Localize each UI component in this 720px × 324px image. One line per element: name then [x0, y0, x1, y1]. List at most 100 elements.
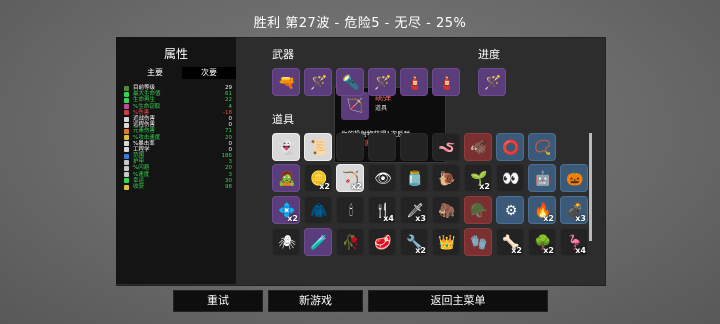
progress-title: 进度 [478, 48, 500, 61]
item-count: x2 [351, 182, 362, 191]
tab-secondary[interactable]: 次要 [182, 67, 236, 79]
stat-icon [124, 184, 129, 190]
item-slot[interactable]: 🌱 x2 [464, 164, 492, 192]
stat-icon [124, 97, 129, 103]
stat-icon [124, 153, 129, 159]
ghost-icon: 👻 [278, 140, 296, 156]
item-slot[interactable]: 🕯 [336, 196, 364, 224]
item-slot[interactable] [368, 133, 396, 161]
item-slot[interactable]: 👀 [496, 164, 524, 192]
item-slot[interactable]: 📜 [304, 133, 332, 161]
item-slot[interactable]: 🐌 [432, 164, 460, 192]
item-slot[interactable]: 🧥 [304, 196, 332, 224]
item-count: x2 [287, 214, 298, 223]
item-slot[interactable]: 🎃 [560, 164, 588, 192]
weapon-slot[interactable]: 🔫 [272, 68, 300, 96]
weapon-slot[interactable]: 🧯 [432, 68, 460, 96]
item-slot[interactable]: 🥀 [336, 228, 364, 256]
flamethrower-icon: 🧯 [406, 75, 424, 91]
new-game-button[interactable]: 新游戏 [268, 290, 363, 312]
item-slot[interactable]: 🏹 x2 [336, 164, 364, 192]
spider-icon: 🕷 [278, 235, 296, 251]
item-slot[interactable]: 🪖 [464, 196, 492, 224]
item-slot[interactable]: 🦣 [432, 196, 460, 224]
result-title: 胜利 第27波 - 危险5 - 无尽 - 25% [253, 16, 467, 31]
robot-icon: 🤖 [534, 171, 552, 187]
worm-icon: 🪱 [438, 140, 456, 156]
item-slot[interactable]: 🪙 x2 [304, 164, 332, 192]
zombie-icon: 🧟 [278, 171, 296, 187]
cannon-icon: 🔫 [278, 75, 296, 91]
item-slot[interactable]: 🧪 [304, 228, 332, 256]
item-slot[interactable]: ⚙ [496, 196, 524, 224]
jar-icon: 🫙 [406, 171, 424, 187]
attribute-tabs: 主要 次要 [128, 67, 236, 79]
items-title: 道具 [272, 113, 294, 126]
stat-value: 98 [225, 184, 232, 190]
item-slot[interactable]: 🍴 x4 [368, 196, 396, 224]
item-slot[interactable] [336, 133, 364, 161]
tab-primary[interactable]: 主要 [128, 67, 182, 79]
item-slot[interactable]: 💣 x3 [560, 196, 588, 224]
main-menu-button[interactable]: 返回主菜单 [368, 290, 548, 312]
snail-icon: 🐌 [438, 171, 456, 187]
item-slot[interactable]: 🕷 [272, 228, 300, 256]
potion-icon: 🧪 [310, 235, 328, 251]
necklace-icon: 📿 [534, 140, 552, 156]
stat-icon [124, 166, 129, 172]
stat-icon [124, 141, 129, 147]
retry-button[interactable]: 重试 [173, 290, 263, 312]
ring-icon: ⭕ [502, 140, 520, 156]
item-slot[interactable]: 🌳 x2 [528, 228, 556, 256]
item-slot[interactable]: 🔧 x2 [400, 228, 428, 256]
tooltip-item-icon: 🏹 [341, 92, 369, 120]
flamethrower-icon: 🧯 [438, 75, 456, 91]
stat-icon [124, 104, 129, 110]
item-slot[interactable]: 👁 [368, 164, 396, 192]
item-slot[interactable]: 🧤 [464, 228, 492, 256]
item-slot[interactable]: 🗡 x3 [400, 196, 428, 224]
weapon-slot[interactable]: 🔦 [336, 68, 364, 96]
item-slot[interactable]: 📿 [528, 133, 556, 161]
item-count: x3 [575, 214, 586, 223]
progress-slot[interactable]: 🪄 [478, 68, 506, 96]
crown-icon: 👑 [438, 235, 456, 251]
item-slot[interactable]: 👑 [432, 228, 460, 256]
stat-icon [124, 110, 129, 116]
item-count: x4 [383, 214, 394, 223]
item-slot[interactable]: 🫙 [400, 164, 428, 192]
weapon-slot[interactable]: 🪄 [304, 68, 332, 96]
item-slot[interactable] [400, 133, 428, 161]
item-slot[interactable]: 🦴 x2 [496, 228, 524, 256]
stat-icon [124, 85, 129, 91]
stat-icon [124, 147, 129, 153]
item-count: x2 [543, 214, 554, 223]
item-slot[interactable]: 🥩 [368, 228, 396, 256]
item-slot[interactable]: 🔥 x2 [528, 196, 556, 224]
stat-icon [124, 159, 129, 165]
wand-icon: 🪄 [484, 75, 502, 91]
scroll-icon: 📜 [310, 140, 328, 156]
scrollbar[interactable] [589, 133, 592, 241]
item-slot[interactable]: ⭕ [496, 133, 524, 161]
stat-icon [124, 135, 129, 141]
bullet-icon: 🪖 [470, 203, 488, 219]
stat-list: 目前等级 29 最大生命值 61 生命再生 22 %生命窃取 4 %伤害 -18 近战伤害 0 远程伤害… [124, 85, 236, 190]
weapon-slot[interactable]: 🧯 [400, 68, 428, 96]
item-count: x3 [415, 214, 426, 223]
torch-icon: 🔦 [342, 75, 360, 91]
item-slot[interactable]: 💠 x2 [272, 196, 300, 224]
attributes-title: 属性 [163, 47, 188, 61]
item-slot[interactable]: 🤖 [528, 164, 556, 192]
item-slot[interactable]: 🦩 x4 [560, 228, 588, 256]
candle-icon: 🕯 [349, 203, 353, 219]
item-slot[interactable]: 🪱 [432, 133, 460, 161]
weapon-slot[interactable]: 🪄 [368, 68, 396, 96]
item-slot[interactable]: 👻 [272, 133, 300, 161]
item-slot[interactable]: 🧟 [272, 164, 300, 192]
item-count: x2 [511, 246, 522, 255]
machine-icon: ⚙ [504, 203, 518, 219]
rose-icon: 🥀 [342, 235, 360, 251]
item-count: x4 [575, 246, 586, 255]
item-slot[interactable]: 🐗 [464, 133, 492, 161]
